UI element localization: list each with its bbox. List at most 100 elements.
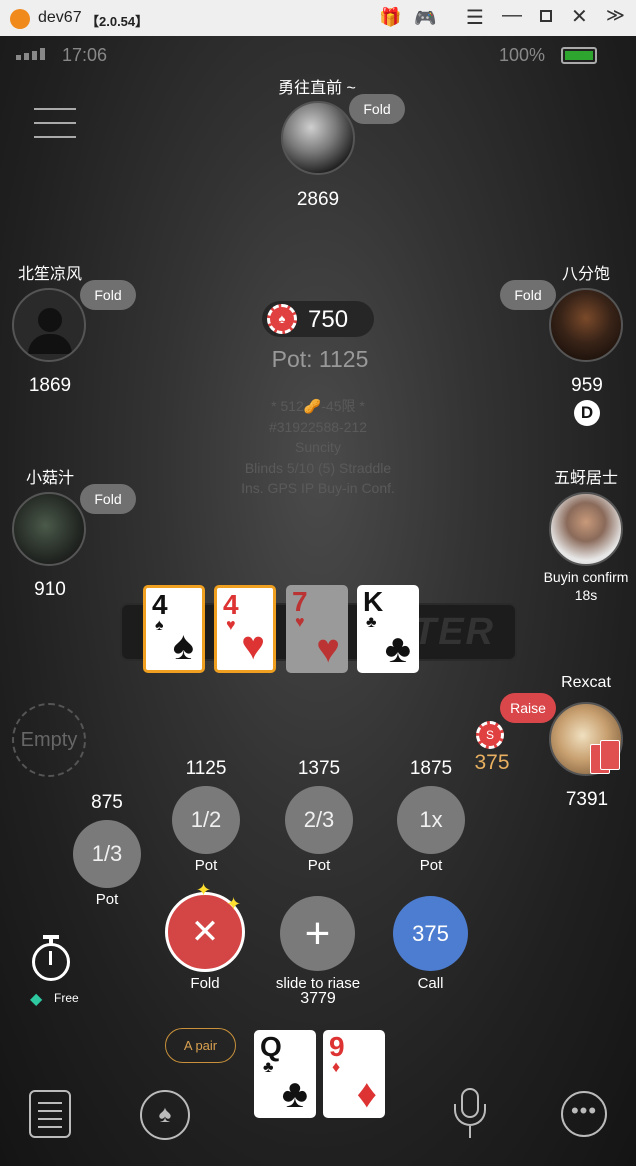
player-left2-action-badge: Fold [80,484,136,514]
battery-percent: 100% [499,45,546,65]
battery-icon [561,47,597,64]
card-suit-large: ♣ [281,1072,308,1116]
card-suit-large: ♥ [316,627,340,671]
signal-icon [16,47,50,61]
card-suit-large: ♦ [356,1072,377,1116]
player-right2-name: 五蚜居士 [553,470,618,487]
plus-icon: + [304,908,331,958]
bet-preset-sub: Pot [95,891,119,908]
bet-preset-amount: 875 [91,792,123,813]
card-rank: 9 [329,1031,345,1062]
bet-preset-sub: Pot [419,857,443,874]
hand-strength-label: A pair [183,1038,218,1053]
card-suit-small: ♥ [226,617,236,634]
pot-chips-amount: 750 [308,306,349,333]
dealer-button: D [574,400,600,426]
hole-card: Q ♣ ♣ [254,1030,316,1118]
card-suit-large: ♠ [172,624,194,668]
card-rank: Q [260,1031,282,1062]
bet-preset-button[interactable]: 1x [397,786,465,854]
player-right3-action-badge: Raise [500,693,556,723]
pot-chips-pill: ♠ 750 [262,301,374,337]
player-right1-avatar[interactable] [549,288,623,362]
bet-preset-button[interactable]: 2/3 [285,786,353,854]
table-info-line-3: Suncity [295,439,341,455]
player-top-avatar[interactable] [281,101,355,175]
hamburger-menu-icon[interactable] [34,108,76,140]
bet-preset-button[interactable]: 1/2 [172,786,240,854]
window-titlebar: dev67 【2.0.54】 🎁 🎮 ☰ — ✕ ≫ [0,0,636,36]
raise-amount: 3779 [300,990,336,1007]
gamepad-icon[interactable]: 🎮 [414,8,436,29]
player-right3-stack: 7391 [565,789,609,810]
player-right2-timer: 18s [574,587,598,603]
player-left2-stack: 910 [34,579,66,600]
bet-preset-button[interactable]: 1/3 [73,820,141,888]
sparkle-icon: ✦ [226,894,242,914]
empty-seat[interactable]: Empty [12,703,86,777]
hole-card: 9 ♦ ♦ [323,1030,385,1118]
fold-label: Fold [190,975,220,992]
close-icon: ✕ [190,913,220,951]
bet-preset-amount: 1875 [409,758,453,779]
raise-slider-button[interactable]: + [280,896,355,971]
empty-seat-label: Empty [20,728,78,751]
table-info: * 512🥜-45限 * #31922588-212 Suncity Blind… [168,396,468,499]
app-version: 【2.0.54】 [86,14,149,29]
card-suit-large: ♣ [384,627,411,671]
call-amount: 375 [412,920,449,946]
player-left1-avatar[interactable] [12,288,86,362]
card-suit-small: ♥ [295,614,305,631]
player-top-stack: 2869 [296,189,340,210]
history-icon[interactable] [29,1090,71,1138]
player-left1-action-badge: Fold [80,280,136,310]
card-suit-large: ♥ [241,624,265,668]
board-card: K ♣ ♣ [357,585,419,673]
card-suit-small: ♣ [366,614,377,631]
expand-icon[interactable]: ≫ [606,5,625,26]
card-suit-small: ♦ [332,1059,341,1076]
timebank-label: Free [54,991,79,1005]
bet-preset-sub: Pot [307,857,331,874]
player-right2-avatar[interactable] [549,492,623,566]
player-right3-cards-icon [590,740,622,776]
app-name: dev67 [38,9,82,26]
minimize-icon[interactable]: — [502,4,522,27]
bet-preset-sub: Pot [194,857,218,874]
hand-strength-badge: A pair [165,1028,236,1063]
call-label: Call [417,975,444,992]
close-icon[interactable]: ✕ [571,4,588,29]
diamond-icon: ◆ [30,991,43,1008]
maximize-icon[interactable] [540,10,552,22]
player-right1-stack: 959 [571,375,603,396]
bet-preset-amount: 1375 [297,758,341,779]
player-right2-status: Buyin confirm [543,569,629,585]
stopwatch-icon[interactable] [30,935,72,981]
card-suit-small: ♣ [263,1059,274,1076]
clock: 17:06 [62,45,108,65]
chat-icon[interactable]: ••• [561,1091,607,1137]
card-rank: 4 [223,589,239,620]
table-info-line-5: Ins. GPS IP Buy-in Conf. [241,480,395,496]
player-right1-action-badge: Fold [500,280,556,310]
card-suit-small: ♠ [155,617,164,634]
player-left2-avatar[interactable] [12,492,86,566]
call-button[interactable]: 375 [393,896,468,971]
card-rank: K [363,586,384,617]
app-logo-icon [10,9,30,29]
player-top-action-badge: Fold [349,94,405,124]
sparkle-icon: ✦ [196,880,212,900]
menu-icon[interactable]: ☰ [466,5,484,30]
gift-icon[interactable]: 🎁 [379,7,401,28]
board-card: 4 ♠ ♠ [143,585,205,673]
player-left1-stack: 1869 [28,375,72,396]
bet-preset-amount: 1125 [185,758,227,779]
board-card: 4 ♥ ♥ [214,585,276,673]
table-info-line-4: Blinds 5/10 (5) Straddle [244,459,392,476]
card-rank: 4 [152,589,168,620]
player-right3-name: Rexcat [561,674,611,691]
pot-total: Pot: 1125 [271,346,369,372]
table-info-line-1: * 512🥜-45限 * [271,398,365,414]
microphone-icon[interactable] [450,1088,490,1140]
spade-icon[interactable]: ♠ [140,1090,190,1140]
